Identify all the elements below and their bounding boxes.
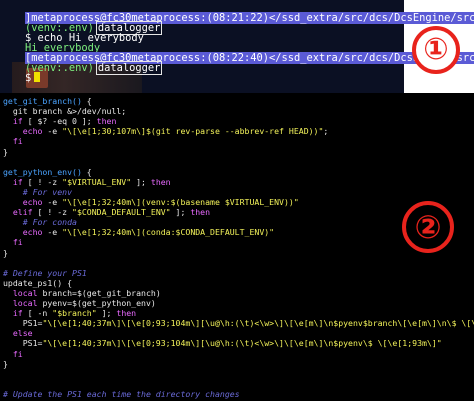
- code-line: elif [ ! -z "$CONDA_DEFAULT_ENV" ]; then: [12, 207, 211, 218]
- active-prompt-line[interactable]: $: [0, 60, 41, 84]
- code-editor-panel: ② get_git_branch() { git branch &>/dev/n…: [0, 93, 474, 401]
- code-line: if [ $? -eq 0 ]; then: [12, 116, 117, 127]
- code-line: fi: [12, 136, 23, 147]
- code-line: }: [3, 146, 8, 157]
- code-line: fi: [12, 348, 23, 359]
- code-line: local branch=$(get_git_branch): [12, 287, 161, 298]
- code-line: echo -e "\[\e[1;30;107m\]$(git rev-parse…: [22, 126, 329, 137]
- code-line: }: [3, 247, 8, 258]
- code-line: echo -e "\[\e[1;32;40m\](venv:$(basename…: [22, 197, 299, 207]
- code-line: # Define your PS1: [3, 267, 87, 278]
- code-line: # Update the PS1 each time the directory…: [3, 388, 240, 399]
- text-cursor: [34, 72, 41, 82]
- code-line: fi: [12, 237, 23, 248]
- code-line: else: [12, 328, 33, 339]
- circled-number-two-badge: ②: [402, 201, 454, 253]
- code-line: if [ ! -z "$VIRTUAL_ENV" ]; then: [12, 176, 171, 187]
- terminal-window: ]metaprocess@fc30metaprocess:(08:21:22)<…: [0, 0, 474, 93]
- code-line: get_python_env() {: [3, 166, 92, 177]
- code-line: }: [3, 358, 8, 369]
- code-line: PS1="\[\e[1;40;37m\]\[\e[0;93;104m\][\u@…: [3, 318, 474, 329]
- code-line: # For venv: [3, 186, 73, 197]
- datalogger-label-2: datalogger: [95, 61, 163, 75]
- code-line: local pyenv=$(get_python_env): [12, 298, 156, 308]
- code-line: if [ -n "$branch" ]; then: [12, 308, 137, 319]
- code-line: echo -e "\[\e[1;32;40m\](conda:$CONDA_DE…: [22, 227, 275, 238]
- code-line: update_ps1() {: [3, 277, 73, 288]
- prompt-symbol: $: [25, 72, 32, 84]
- code-line: git branch &>/dev/null;: [3, 106, 127, 117]
- code-line: PS1="\[\e[1;40;37m\]\[\e[0;93;104m\][\u@…: [3, 338, 442, 349]
- code-line: # For conda: [3, 217, 77, 228]
- code-line: get_git_branch() {: [3, 96, 92, 106]
- circled-number-one-badge: ①: [412, 26, 460, 74]
